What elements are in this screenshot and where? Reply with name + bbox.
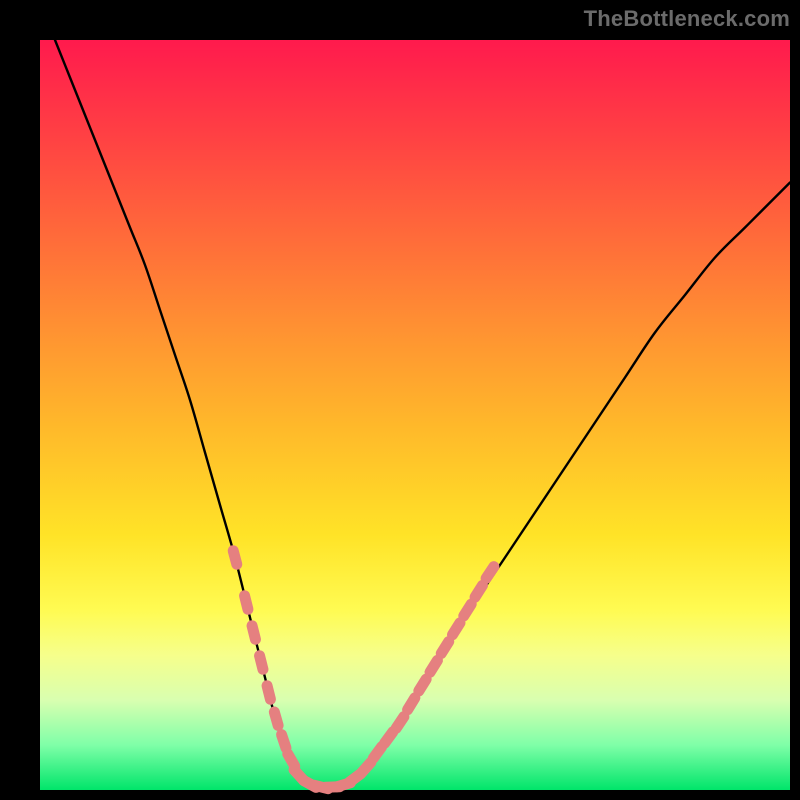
curve-marker bbox=[486, 567, 494, 579]
outer-frame: TheBottleneck.com bbox=[0, 0, 800, 800]
curve-marker bbox=[408, 698, 415, 710]
curve-marker bbox=[453, 623, 460, 635]
curve-marker bbox=[282, 735, 286, 748]
curve-marker bbox=[464, 604, 472, 616]
curve-marker bbox=[430, 660, 437, 672]
curve-marker bbox=[260, 656, 263, 670]
curve-marker bbox=[373, 747, 381, 758]
curve-marker bbox=[475, 585, 483, 597]
plot-area bbox=[40, 40, 790, 790]
curve-marker bbox=[419, 679, 426, 691]
curve-marker bbox=[288, 754, 295, 766]
curve-marker bbox=[233, 551, 237, 565]
curve-marker bbox=[252, 626, 255, 640]
marker-group bbox=[233, 551, 494, 789]
curve-marker bbox=[362, 762, 371, 772]
curve-marker bbox=[274, 712, 278, 725]
watermark-text: TheBottleneck.com bbox=[584, 6, 790, 32]
curve-marker bbox=[385, 732, 393, 743]
curve-marker bbox=[267, 686, 270, 700]
curve-marker bbox=[396, 717, 404, 729]
curve-marker bbox=[441, 642, 448, 654]
curve-marker bbox=[245, 596, 248, 610]
bottleneck-curve-svg bbox=[40, 40, 790, 790]
